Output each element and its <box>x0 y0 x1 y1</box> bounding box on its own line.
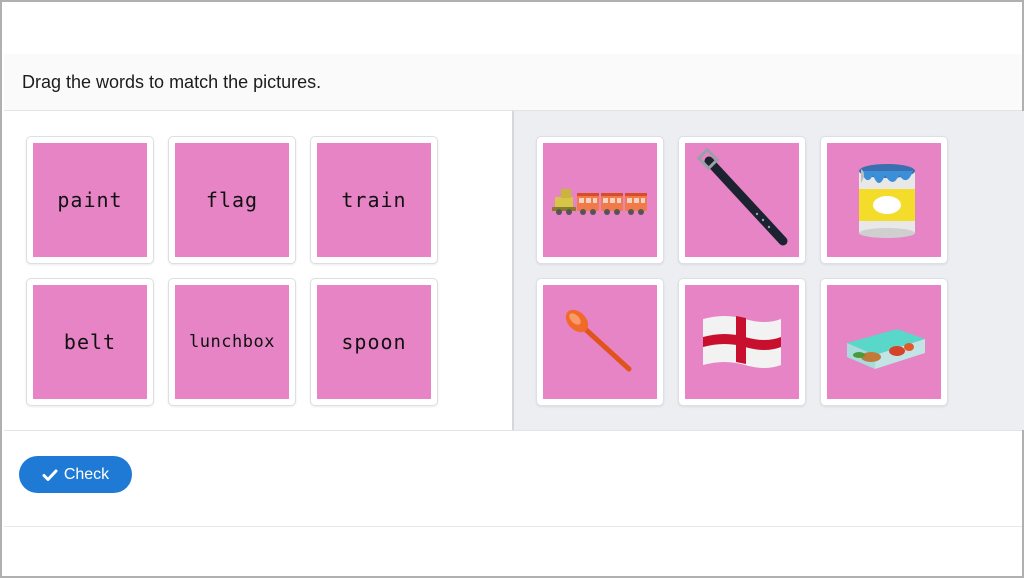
word-label: lunchbox <box>189 332 275 352</box>
checkmark-icon <box>42 469 58 481</box>
word-card-spoon[interactable]: spoon <box>310 278 438 406</box>
word-label: paint <box>57 188 123 212</box>
divider <box>4 430 1022 431</box>
paint-can-icon <box>859 164 915 238</box>
word-card-paint[interactable]: paint <box>26 136 154 264</box>
picture-drop-target-belt[interactable] <box>678 136 806 264</box>
activity-frame: Drag the words to match the pictures. pa… <box>0 0 1024 578</box>
word-label: train <box>341 188 407 212</box>
check-button[interactable]: Check <box>19 456 132 493</box>
spoon-icon <box>565 309 632 372</box>
picture-drop-target-train[interactable] <box>536 136 664 264</box>
divider <box>4 526 1022 527</box>
word-card-belt[interactable]: belt <box>26 278 154 406</box>
picture-drop-target-paint[interactable] <box>820 136 948 264</box>
word-label: belt <box>63 330 117 354</box>
check-button-label: Check <box>63 465 110 483</box>
picture-drop-target-spoon[interactable] <box>536 278 664 406</box>
word-label: spoon <box>341 330 407 354</box>
train-icon <box>552 189 647 215</box>
word-card-lunchbox[interactable]: lunchbox <box>168 278 296 406</box>
picture-drop-target-flag[interactable] <box>678 278 806 406</box>
word-card-flag[interactable]: flag <box>168 136 296 264</box>
belt-icon <box>696 147 788 246</box>
instructions-text: Drag the words to match the pictures. <box>22 72 322 92</box>
picture-drop-panel <box>512 111 1024 430</box>
word-card-train[interactable]: train <box>310 136 438 264</box>
instructions-bar: Drag the words to match the pictures. <box>4 54 1022 111</box>
word-bank-panel: paint flag train belt lunchbox spoon <box>4 111 512 430</box>
picture-drop-target-lunchbox[interactable] <box>820 278 948 406</box>
lunchbox-icon <box>847 329 925 369</box>
word-label: flag <box>205 188 259 212</box>
england-flag-icon <box>703 316 781 368</box>
